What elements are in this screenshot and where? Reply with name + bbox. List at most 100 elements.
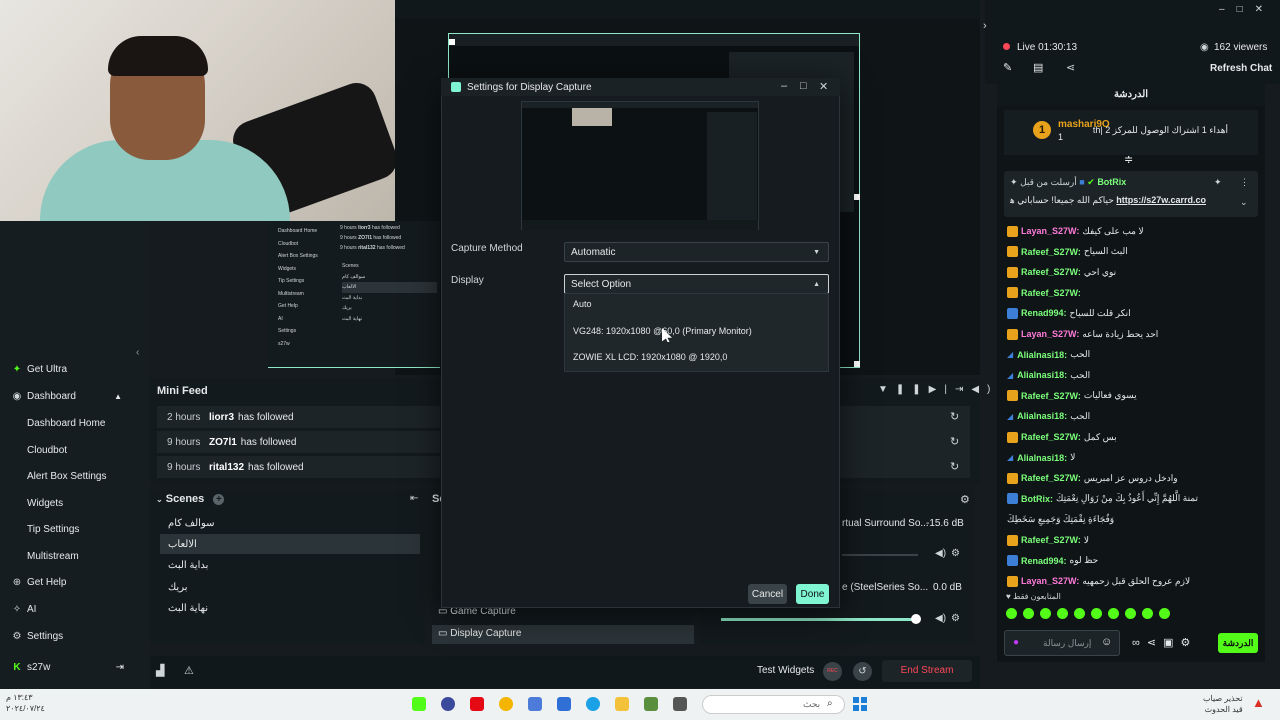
- chat-username[interactable]: Layan_S27W:: [1021, 576, 1079, 586]
- chat-username[interactable]: Rafeef_S27W:: [1021, 267, 1081, 277]
- taskbar-clock[interactable]: ١٣:٤٣ م ٢٠٢٤/٠٧/٢٤: [6, 692, 45, 714]
- store-taskbar-icon[interactable]: [557, 697, 571, 711]
- nav-tip-settings[interactable]: Tip Settings: [0, 516, 150, 542]
- edge-taskbar-icon[interactable]: [586, 697, 600, 711]
- emote-icon[interactable]: [1108, 608, 1119, 619]
- scene-item[interactable]: بريك: [160, 577, 420, 597]
- chat-send-button[interactable]: الدردشة: [1218, 633, 1258, 653]
- resize-handle-r[interactable]: [854, 194, 860, 200]
- nav-dashboard[interactable]: ◉ Dashboard ▲: [0, 383, 150, 409]
- emote-icon[interactable]: [1091, 608, 1102, 619]
- capture-method-select[interactable]: Automatic ▼: [564, 242, 829, 262]
- share-icon[interactable]: ⋖: [1147, 637, 1163, 649]
- nav-ai[interactable]: ✧ AI: [0, 596, 150, 622]
- refresh-chat-button[interactable]: Refresh Chat: [1210, 63, 1272, 74]
- replay-icon[interactable]: ↻: [950, 435, 959, 448]
- store-icon[interactable]: ▣: [1163, 637, 1180, 649]
- nav-settings[interactable]: ⚙ Settings: [0, 623, 150, 649]
- nav-get-ultra[interactable]: ✦ Get Ultra: [0, 356, 150, 382]
- record-button[interactable]: REC: [823, 662, 842, 681]
- display-select[interactable]: Select Option ▲: [564, 274, 829, 294]
- scene-item[interactable]: بداية البث: [160, 555, 420, 575]
- scene-item-active[interactable]: الالعاب: [160, 534, 420, 554]
- taskbar-search[interactable]: بحث ⌕: [702, 695, 845, 714]
- share-icon[interactable]: ⋖: [1066, 61, 1075, 74]
- speaker-icon[interactable]: ◀): [935, 548, 946, 559]
- pinned-user[interactable]: BotRix: [1097, 177, 1126, 187]
- chat-username[interactable]: Rafeef_S27W:: [1021, 473, 1081, 483]
- emote-icon[interactable]: [1159, 608, 1170, 619]
- cancel-button[interactable]: Cancel: [748, 584, 787, 604]
- emote-icon[interactable]: [1023, 608, 1034, 619]
- app-taskbar-icon[interactable]: [528, 697, 542, 711]
- nav-dashboard-home[interactable]: Dashboard Home: [0, 410, 150, 436]
- expand-icon[interactable]: ⇥: [955, 384, 971, 395]
- chevron-down-icon[interactable]: ⌄: [156, 495, 163, 504]
- windows-start-icon[interactable]: [853, 697, 867, 711]
- more-options-icon[interactable]: ⋮: [1240, 177, 1249, 188]
- nav-widgets[interactable]: Widgets: [0, 490, 150, 516]
- streamlabs-taskbar-icon[interactable]: [412, 697, 426, 711]
- nav-cloudbot[interactable]: Cloudbot: [0, 437, 150, 463]
- pinned-link[interactable]: https://s27w.carrd.co: [1116, 195, 1206, 205]
- nav-alert-box-settings[interactable]: Alert Box Settings: [0, 463, 150, 489]
- performance-icon[interactable]: ▟: [156, 664, 164, 677]
- close-icon[interactable]: ✕: [1255, 4, 1275, 15]
- microphone-icon[interactable]: ●: [1013, 637, 1019, 648]
- close-icon[interactable]: ✕: [819, 80, 828, 93]
- chat-input[interactable]: ● إرسال رسالة ☺: [1004, 630, 1120, 656]
- display-option-auto[interactable]: Auto: [573, 299, 592, 309]
- filter-icon[interactable]: ▼: [878, 384, 896, 395]
- chat-username[interactable]: Rafeef_S27W:: [1021, 288, 1081, 298]
- resize-handle-tl[interactable]: [449, 39, 455, 45]
- skip-icon[interactable]: ▶|: [929, 384, 955, 395]
- volume-slider-1[interactable]: [842, 554, 918, 556]
- emoji-icon[interactable]: ☺: [1101, 636, 1112, 648]
- chat-username[interactable]: Renad994:: [1021, 556, 1067, 566]
- emote-icon[interactable]: [1142, 608, 1153, 619]
- replay-icon[interactable]: ↻: [950, 460, 959, 473]
- chevron-down-icon[interactable]: ⌄: [1240, 197, 1248, 208]
- chat-username[interactable]: Alialnasi18:: [1017, 411, 1067, 421]
- chat-username[interactable]: Rafeef_S27W:: [1021, 247, 1081, 257]
- netflix-taskbar-icon[interactable]: [470, 697, 484, 711]
- emote-icon[interactable]: [1057, 608, 1068, 619]
- done-button[interactable]: Done: [796, 584, 829, 604]
- nav-account[interactable]: K s27w ⇥: [0, 654, 150, 680]
- end-stream-button[interactable]: End Stream: [882, 660, 972, 682]
- infinity-icon[interactable]: ∞: [1132, 637, 1147, 649]
- emote-icon[interactable]: [1006, 608, 1017, 619]
- chrome-taskbar-icon[interactable]: [499, 697, 513, 711]
- chat-username[interactable]: Layan_S27W:: [1021, 329, 1079, 339]
- alert-icon[interactable]: ⚠: [184, 664, 194, 677]
- emote-icon[interactable]: [1040, 608, 1051, 619]
- mixer-settings-icon[interactable]: ⚙: [960, 493, 970, 506]
- feed-user[interactable]: rital132: [209, 462, 244, 473]
- game-taskbar-icon[interactable]: [644, 697, 658, 711]
- edit-icon[interactable]: ✎: [1003, 61, 1012, 74]
- logout-icon[interactable]: ⇥: [116, 662, 124, 673]
- chat-username[interactable]: Rafeef_S27W:: [1021, 432, 1081, 442]
- pin-toggle-icon[interactable]: ✦: [1214, 177, 1222, 188]
- replay-buffer-button[interactable]: ↺: [853, 662, 872, 681]
- expand-arrow-icon[interactable]: ›: [983, 20, 987, 32]
- gear-icon[interactable]: ⚙: [951, 548, 960, 559]
- replay-icon[interactable]: ↻: [950, 410, 959, 423]
- chat-username[interactable]: Rafeef_S27W:: [1021, 535, 1081, 545]
- nav-multistream[interactable]: Multistream: [0, 543, 150, 569]
- chat-username[interactable]: Renad994:: [1021, 308, 1067, 318]
- gear-icon[interactable]: ⚙: [951, 613, 960, 624]
- obs-taskbar-icon[interactable]: [441, 697, 455, 711]
- scene-collapse-icon[interactable]: ⇤: [410, 493, 418, 504]
- chat-username[interactable]: Alialnasi18:: [1017, 370, 1067, 380]
- scene-item[interactable]: نهاية البث: [160, 598, 420, 618]
- resize-handle-br[interactable]: [854, 361, 860, 367]
- chat-username[interactable]: Alialnasi18:: [1017, 350, 1067, 360]
- volume-slider-thumb[interactable]: [911, 614, 921, 624]
- gear-icon[interactable]: ⚙: [1180, 637, 1197, 649]
- volume-slider-2[interactable]: [721, 618, 917, 621]
- volume-icon[interactable]: ◀): [971, 384, 998, 395]
- maximize-icon[interactable]: □: [1237, 4, 1255, 15]
- chat-username[interactable]: BotRix:: [1021, 494, 1053, 504]
- weather-warning[interactable]: تحذير صياب قيد الحدوث: [1203, 693, 1243, 715]
